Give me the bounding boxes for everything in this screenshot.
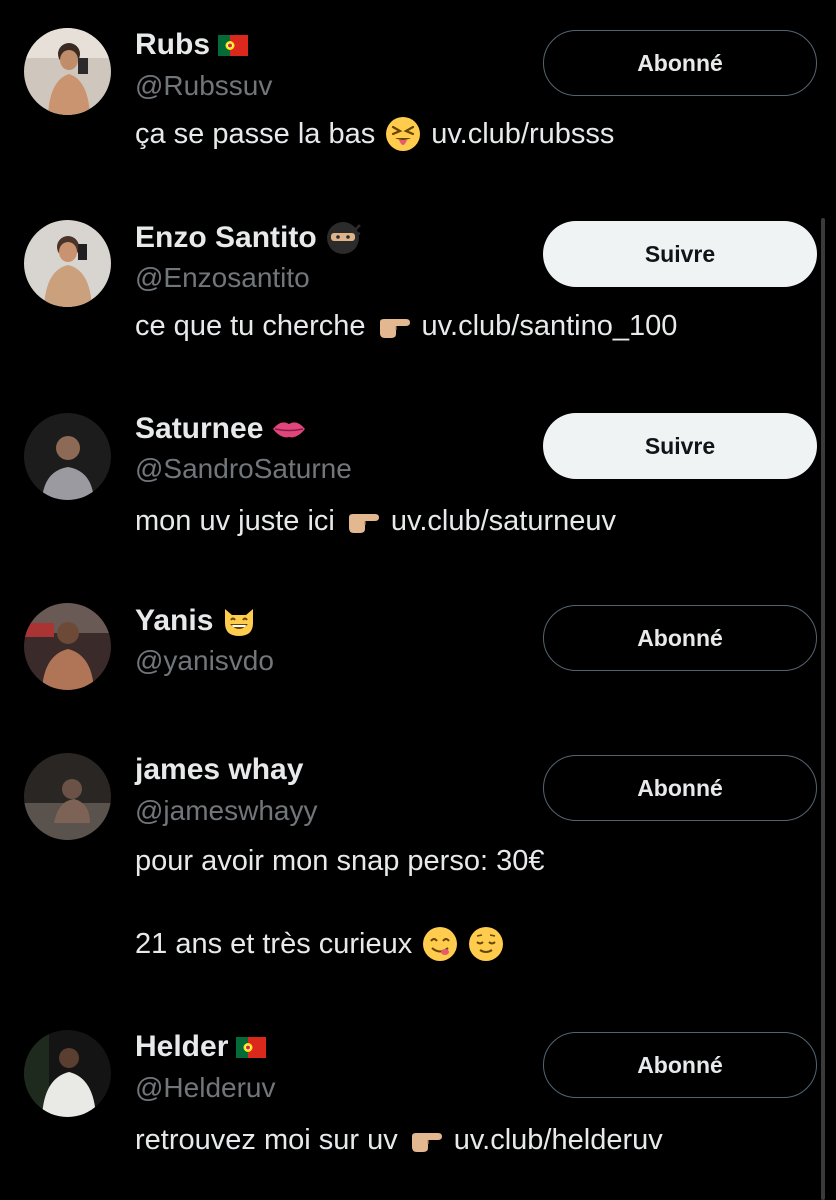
following-button[interactable]: Abonné: [543, 30, 817, 96]
user-cell[interactable]: Saturnee @SandroSaturne mon uv juste ici…: [0, 411, 836, 561]
user-handle: @yanisvdo: [135, 645, 274, 676]
user-cell[interactable]: james whay @jameswhayy pour avoir mon sn…: [0, 753, 836, 983]
avatar[interactable]: [24, 28, 111, 115]
user-bio: 21 ans et très curieux: [135, 926, 504, 962]
follow-list: Rubs @Rubssuv ça se passe la bas uv.club…: [0, 0, 836, 1200]
user-handle: @Rubssuv: [135, 70, 273, 101]
avatar[interactable]: [24, 413, 111, 500]
grinning-cat-emoji: [221, 603, 257, 639]
user-name[interactable]: Helder: [135, 1030, 267, 1064]
bio-link[interactable]: uv.club/santino_100: [422, 310, 678, 343]
bio-link[interactable]: uv.club/saturneuv: [391, 505, 616, 538]
user-bio: ce que tu cherche uv.club/santino_100: [135, 308, 677, 344]
following-button[interactable]: Abonné: [543, 755, 817, 821]
following-button[interactable]: Abonné: [543, 1032, 817, 1098]
user-handle: @SandroSaturne: [135, 453, 352, 484]
user-cell[interactable]: Yanis @yanisvdo Abonné: [0, 603, 836, 703]
pointing-right-emoji: [345, 503, 381, 539]
following-button[interactable]: Abonné: [543, 605, 817, 671]
user-handle: @Enzosantito: [135, 262, 310, 293]
user-handle: @Helderuv: [135, 1072, 276, 1103]
pointing-right-emoji: [376, 308, 412, 344]
squinting-tongue-emoji: [385, 116, 421, 152]
user-cell[interactable]: Enzo Santito @Enzosantito ce que tu cher…: [0, 220, 836, 370]
portugal-flag-icon: [218, 34, 248, 56]
user-bio: mon uv juste ici uv.club/saturneuv: [135, 503, 616, 539]
user-name[interactable]: james whay: [135, 753, 303, 787]
portugal-flag-icon: [236, 1036, 267, 1058]
user-name[interactable]: Enzo Santito: [135, 220, 361, 256]
follow-button[interactable]: Suivre: [543, 221, 817, 287]
bio-link[interactable]: uv.club/rubsss: [431, 118, 614, 151]
pointing-right-emoji: [408, 1122, 444, 1158]
user-name[interactable]: Saturnee: [135, 411, 307, 447]
user-cell[interactable]: Rubs @Rubssuv ça se passe la bas uv.club…: [0, 28, 836, 178]
user-bio: pour avoir mon snap perso: 30€: [135, 845, 545, 877]
avatar[interactable]: [24, 753, 111, 840]
yum-emoji: [422, 926, 458, 962]
lips-emoji: [271, 411, 307, 447]
avatar[interactable]: [24, 603, 111, 690]
avatar[interactable]: [24, 1030, 111, 1117]
follow-button[interactable]: Suivre: [543, 413, 817, 479]
relieved-emoji: [468, 926, 504, 962]
user-name[interactable]: Yanis: [135, 603, 257, 639]
avatar[interactable]: [24, 220, 111, 307]
user-handle: @jameswhayy: [135, 795, 318, 826]
ninja-emoji: [325, 220, 361, 256]
user-bio: ça se passe la bas uv.club/rubsss: [135, 116, 614, 152]
user-cell[interactable]: Helder @Helderuv retrouvez moi sur uv uv…: [0, 1030, 836, 1180]
scrollbar[interactable]: [821, 218, 825, 1200]
user-bio: retrouvez moi sur uv uv.club/helderuv: [135, 1122, 663, 1158]
user-name[interactable]: Rubs: [135, 28, 248, 62]
bio-link[interactable]: uv.club/helderuv: [454, 1124, 663, 1157]
